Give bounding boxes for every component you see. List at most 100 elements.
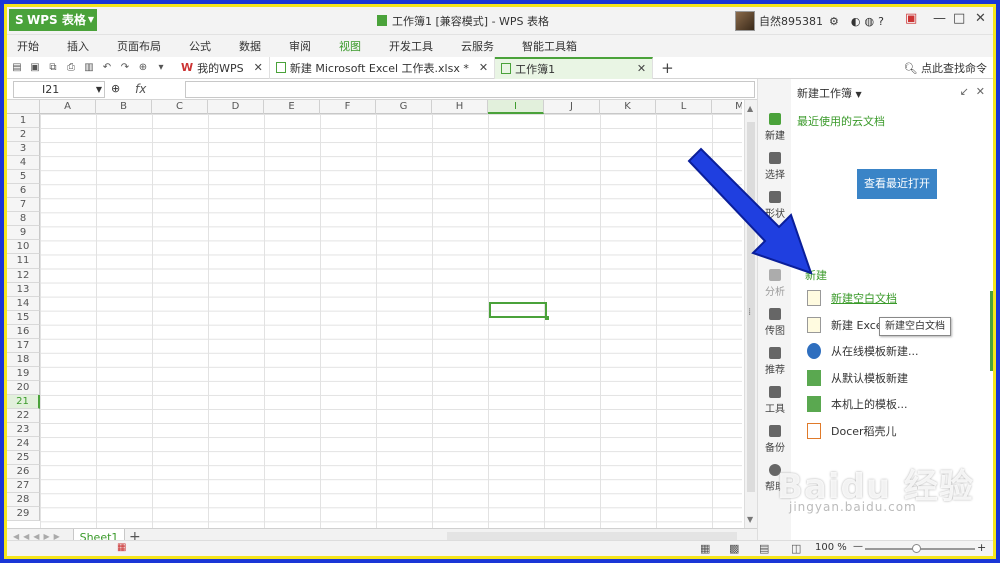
column-header[interactable]: D	[208, 100, 264, 114]
export-icon[interactable]: ⧉	[45, 60, 61, 76]
cell-area[interactable]	[40, 114, 742, 528]
user-name[interactable]: 自然895381	[759, 13, 823, 29]
strip-new[interactable]: 新建	[758, 113, 792, 142]
strip-upload-image[interactable]: 传图	[758, 308, 792, 337]
row-header[interactable]: 13	[7, 282, 40, 297]
avatar[interactable]	[735, 11, 755, 31]
row-header[interactable]: 19	[7, 366, 40, 381]
row-header[interactable]: 28	[7, 493, 40, 508]
row-header[interactable]: 9	[7, 226, 40, 241]
normal-view-icon[interactable]: ▦	[700, 542, 710, 555]
name-box[interactable]: I21 ▼	[13, 81, 105, 98]
settings-icon[interactable]: ⚙	[829, 15, 839, 28]
scroll-up-icon[interactable]: ▲	[747, 104, 753, 113]
download-icon[interactable]: ▣	[905, 11, 917, 26]
row-header[interactable]: 1	[7, 114, 40, 129]
row-header[interactable]: 5	[7, 170, 40, 185]
column-header[interactable]: E	[264, 100, 320, 114]
eye-protect-icon[interactable]: ◫	[791, 542, 801, 555]
column-header[interactable]: A	[40, 100, 96, 114]
close-icon[interactable]: ✕	[637, 62, 646, 75]
zoom-icon[interactable]: ⊕	[111, 82, 120, 95]
scroll-down-icon[interactable]: ▼	[747, 515, 753, 524]
fx-button[interactable]: fx	[135, 82, 146, 96]
row-header[interactable]: 27	[7, 479, 40, 494]
default-template-link[interactable]: 从默认模板新建	[807, 369, 908, 387]
new-tab-button[interactable]: +	[661, 59, 674, 77]
user-area[interactable]: 自然895381 ⚙ ◐ ◍ ?	[735, 11, 884, 31]
menu-item-page-layout[interactable]: 页面布局	[117, 38, 161, 54]
preview-icon[interactable]: ▥	[81, 60, 97, 76]
new-blank-doc-link[interactable]: 新建空白文档	[807, 289, 897, 307]
minimize-icon[interactable]: —	[933, 11, 946, 26]
save-icon[interactable]: ▣	[27, 60, 43, 76]
app-menu-button[interactable]: S WPS 表格 ▼	[9, 9, 97, 31]
panel-title[interactable]: 新建工作簿 ▼	[797, 85, 862, 101]
formula-input[interactable]	[185, 81, 755, 98]
row-header[interactable]: 29	[7, 507, 40, 522]
menu-item-view[interactable]: 视图	[339, 38, 361, 54]
column-header[interactable]: M	[712, 100, 742, 114]
zoom-slider-knob[interactable]	[912, 544, 921, 553]
menu-item-formula[interactable]: 公式	[189, 38, 211, 54]
row-header[interactable]: 24	[7, 437, 40, 452]
layout-view-icon[interactable]: ▤	[759, 542, 769, 555]
spreadsheet-grid[interactable]: ABCDEFGHIJKLM 12345678910111213141516171…	[7, 100, 742, 528]
row-header[interactable]: 15	[7, 310, 40, 325]
row-header[interactable]: 23	[7, 423, 40, 438]
column-header[interactable]: L	[656, 100, 712, 114]
docer-link[interactable]: Docer稻壳儿	[807, 422, 897, 440]
row-header[interactable]: 6	[7, 184, 40, 199]
print-icon[interactable]: ⎙	[63, 60, 79, 76]
close-icon[interactable]: ✕	[479, 61, 488, 74]
macro-icon[interactable]: ▦	[117, 542, 126, 553]
strip-backup[interactable]: 备份	[758, 425, 792, 454]
row-header[interactable]: 20	[7, 380, 40, 395]
column-header[interactable]: B	[96, 100, 152, 114]
column-header[interactable]: F	[320, 100, 376, 114]
undo-icon[interactable]: ↶	[99, 60, 115, 76]
strip-recommend[interactable]: 推荐	[758, 347, 792, 376]
menu-item-cloud[interactable]: 云服务	[461, 38, 494, 54]
online-template-link[interactable]: 从在线模板新建...	[807, 342, 919, 360]
open-icon[interactable]: ▤	[9, 60, 25, 76]
redo-icon[interactable]: ↷	[117, 60, 133, 76]
column-header[interactable]: C	[152, 100, 208, 114]
menu-item-toolbox[interactable]: 智能工具箱	[522, 38, 577, 54]
menu-item-review[interactable]: 审阅	[289, 38, 311, 54]
tab-my-wps[interactable]: W 我的WPS ✕	[175, 56, 270, 79]
skin-icon[interactable]: ◐	[851, 15, 861, 28]
strip-tools[interactable]: 工具	[758, 386, 792, 415]
column-header[interactable]: G	[376, 100, 432, 114]
menu-item-insert[interactable]: 插入	[67, 38, 89, 54]
home-icon[interactable]: ◍	[864, 15, 874, 28]
row-header[interactable]: 26	[7, 465, 40, 480]
row-header[interactable]: 10	[7, 240, 40, 255]
row-header[interactable]: 11	[7, 254, 40, 269]
row-header[interactable]: 18	[7, 352, 40, 367]
find-command[interactable]: 🔍︎ 点此查找命令	[904, 60, 987, 76]
zoom-in-icon[interactable]: +	[977, 541, 986, 554]
row-header[interactable]: 2	[7, 128, 40, 143]
new-excel-link[interactable]: 新建 Excel	[807, 316, 886, 334]
select-all-corner[interactable]	[7, 100, 40, 114]
row-header[interactable]: 8	[7, 212, 40, 227]
column-header[interactable]: K	[600, 100, 656, 114]
row-header[interactable]: 12	[7, 268, 40, 283]
column-header[interactable]: J	[544, 100, 600, 114]
tab-workbook1[interactable]: 工作簿1 ✕	[495, 56, 654, 79]
dock-icon[interactable]: ↙	[960, 85, 969, 98]
maximize-icon[interactable]: □	[953, 11, 965, 26]
row-header[interactable]: 14	[7, 296, 40, 311]
close-icon[interactable]: ✕	[976, 85, 985, 98]
local-template-link[interactable]: 本机上的模板...	[807, 395, 908, 413]
row-header[interactable]: 16	[7, 324, 40, 339]
row-header[interactable]: 21	[7, 394, 40, 409]
row-header[interactable]: 4	[7, 156, 40, 171]
help-icon[interactable]: ?	[878, 15, 884, 28]
row-header[interactable]: 22	[7, 408, 40, 424]
view-recent-button[interactable]: 查看最近打开	[857, 169, 937, 199]
chevron-down-icon[interactable]: ▼	[96, 82, 102, 97]
row-header[interactable]: 25	[7, 451, 40, 466]
zoom-out-icon[interactable]: —	[853, 541, 863, 552]
